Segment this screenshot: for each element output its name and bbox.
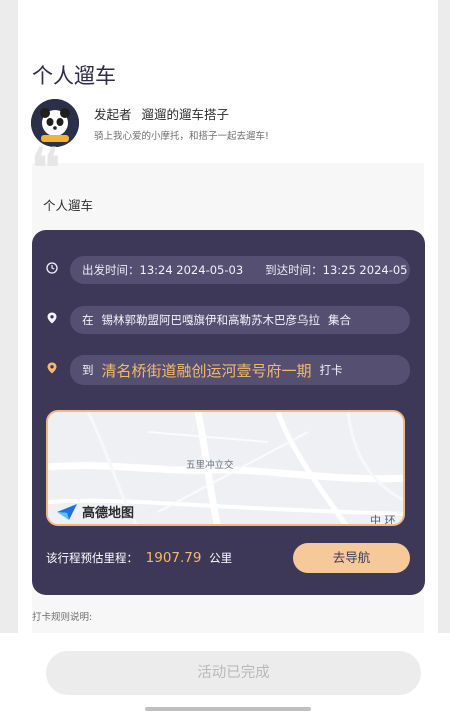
departure-time: 13:24 2024-05-03 [139,263,244,277]
route-map[interactable]: 五里冲立交 中 环 高德地图 [46,410,405,526]
checkin-rules-label[interactable]: 打卡规则说明: [32,609,92,623]
location-pin-icon-orange [47,362,57,374]
location-pin-icon [47,312,57,324]
initiator-line: 发起者 遛遛的遛车搭子 [94,104,229,123]
initiator-bio: 骑上我心爱的小摩托，和搭子一起去遛车! [94,131,269,142]
amap-logo: 高德地图 [56,502,134,521]
dest-prefix: 到 [82,363,94,377]
map-place-label: 五里冲立交 [186,460,234,471]
distance-line: 该行程预估里程： 1907.79 公里 [46,550,232,566]
arrival-time: 13:25 2024-05 [322,263,408,277]
initiator-name[interactable]: 遛遛的遛车搭子 [142,107,230,122]
activity-status-button[interactable]: 活动已完成 [46,651,421,695]
initiator-label: 发起者 [94,107,132,122]
distance-value: 1907.79 [145,550,202,566]
distance-label: 该行程预估里程： [46,551,138,565]
meet-prefix: 在 [82,313,94,327]
home-indicator [145,707,311,711]
page-title: 个人遛车 [32,64,116,88]
navigate-button[interactable]: 去导航 [293,543,410,573]
dest-suffix: 打卡 [319,363,343,377]
quote-mark-icon: ❝ [30,135,62,203]
meet-suffix: 集合 [328,313,351,327]
distance-unit: 公里 [209,551,233,565]
dest-place: 清名桥街道融创运河壹号府一期 [101,361,312,380]
meet-place: 锡林郭勒盟阿巴嘎旗伊和高勒苏木巴彦乌拉 [101,313,321,327]
map-city-label: 中 环 [370,514,396,526]
arrival-label: 到达时间： [265,263,323,277]
clock-icon [46,262,58,274]
meet-pill[interactable]: 在 锡林郭勒盟阿巴嘎旗伊和高勒苏木巴彦乌拉 集合 [70,306,410,334]
departure-label: 出发时间： [82,263,140,277]
time-pill: 出发时间： 13:24 2024-05-03 到达时间： 13:25 2024-… [70,256,410,284]
amap-logo-icon [57,503,77,520]
amap-provider-name: 高德地图 [82,506,135,521]
destination-pill[interactable]: 到 清名桥街道融创运河壹号府一期 打卡 [70,355,410,385]
content-title: 个人遛车 [43,198,94,213]
